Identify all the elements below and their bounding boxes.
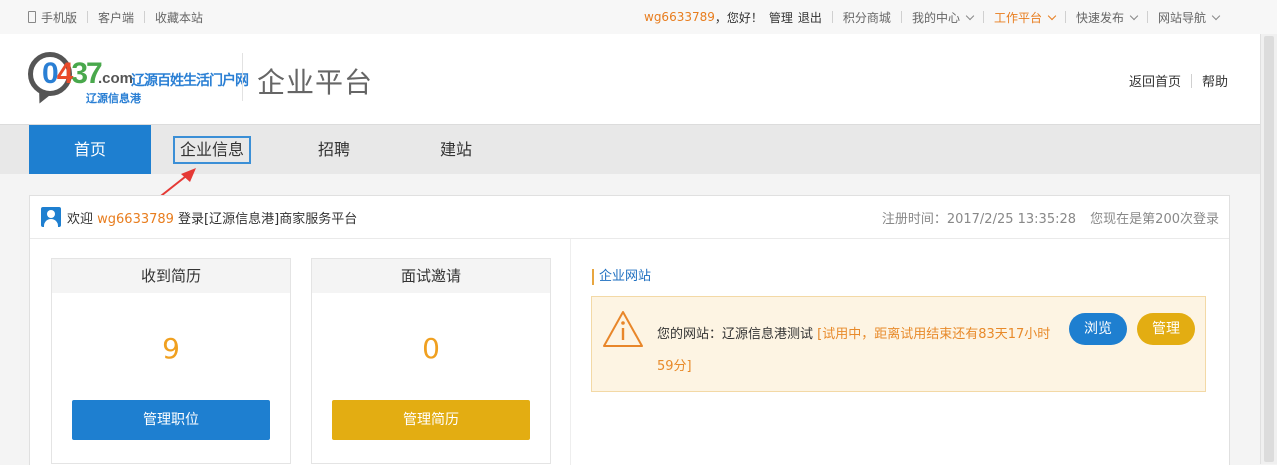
login-count: 您现在是第200次登录 — [1090, 212, 1219, 227]
website-status-box: 您的网站：辽源信息港测试 [试用中，距离试用结束还有83天17小时59分] 浏览… — [591, 296, 1206, 392]
chevron-down-icon — [1047, 11, 1057, 20]
vertical-scrollbar[interactable] — [1260, 34, 1277, 464]
tab-home[interactable]: 首页 — [29, 125, 151, 174]
section-title: 企业网站 — [592, 269, 651, 285]
browse-button[interactable]: 浏览 — [1069, 313, 1127, 345]
top-bar: 手机版 客户端 收藏本站 wg6633789 ，您好！ 管理 退出 积分商城 我… — [0, 0, 1277, 34]
divider — [144, 11, 146, 23]
my-center-menu[interactable]: 我的中心 — [911, 9, 975, 26]
divider — [87, 11, 89, 23]
tab-company-info-label: 企业信息 — [172, 136, 251, 164]
client-link[interactable]: 客户端 — [98, 9, 134, 26]
chevron-down-icon — [1129, 11, 1139, 20]
help-link[interactable]: 帮助 — [1202, 71, 1228, 90]
manage-positions-button[interactable]: 管理职位 — [72, 400, 270, 440]
work-platform-label: 工作平台 — [993, 10, 1042, 25]
divider — [831, 11, 833, 23]
welcome-bar: 欢迎 wg6633789 登录[辽源信息港]商家服务平台 注册时间：2017/2… — [30, 196, 1229, 239]
header: 0437 .com 辽源百姓生活门户网 辽源信息港 企业平台 返回首页 帮助 — [0, 34, 1277, 124]
top-bar-left: 手机版 客户端 收藏本站 — [28, 0, 203, 34]
logout-link[interactable]: 退出 — [798, 9, 822, 26]
website-name: 您的网站：辽源信息港测试 — [657, 327, 818, 342]
column-divider — [570, 239, 571, 465]
tab-recruitment[interactable]: 招聘 — [273, 125, 395, 174]
mobile-link[interactable]: 手机版 — [28, 9, 77, 26]
quick-publish-menu[interactable]: 快速发布 — [1075, 9, 1139, 26]
divider — [1064, 11, 1066, 23]
manage-link[interactable]: 管理 — [769, 9, 793, 26]
top-bar-right: wg6633789 ，您好！ 管理 退出 积分商城 我的中心 工作平台 快速发布… — [644, 0, 1221, 34]
stat-card-value: 0 — [422, 332, 440, 365]
site-nav-label: 网站导航 — [1157, 10, 1206, 25]
logo-domain: .com — [98, 70, 134, 87]
logo-digit: 4 — [56, 57, 74, 90]
chevron-down-icon — [965, 11, 975, 20]
logo-slogan: 辽源百姓生活门户网 — [131, 73, 249, 89]
stat-card-value: 9 — [162, 332, 180, 365]
welcome-prefix: 欢迎 — [67, 212, 98, 227]
divider — [982, 11, 984, 23]
username-link[interactable]: wg6633789 — [644, 10, 715, 24]
login-info: 注册时间：2017/2/25 13:35:28 您现在是第200次登录 — [882, 208, 1219, 227]
points-mall-link[interactable]: 积分商城 — [843, 9, 891, 26]
divider — [900, 11, 902, 23]
manage-site-button[interactable]: 管理 — [1137, 313, 1195, 345]
logo-subtitle: 辽源信息港 — [86, 92, 141, 105]
divider — [1146, 11, 1148, 23]
stat-card-interviews: 面试邀请 0 管理简历 — [311, 258, 551, 464]
quick-publish-label: 快速发布 — [1075, 10, 1124, 25]
page-title: 企业平台 — [257, 66, 374, 99]
chevron-down-icon — [1211, 11, 1221, 20]
site-nav-menu[interactable]: 网站导航 — [1157, 9, 1221, 26]
mobile-label: 手机版 — [41, 10, 78, 25]
stat-card-resumes: 收到简历 9 管理职位 — [51, 258, 291, 464]
work-platform-menu[interactable]: 工作平台 — [993, 9, 1057, 26]
welcome-username: wg6633789 — [97, 212, 174, 227]
logo-digit: 37 — [71, 57, 102, 90]
welcome-suffix: 登录[辽源信息港]商家服务平台 — [173, 212, 358, 227]
tab-website-builder[interactable]: 建站 — [395, 125, 517, 174]
user-icon — [41, 207, 61, 227]
scrollbar-thumb[interactable] — [1264, 36, 1274, 462]
welcome-message: 欢迎 wg6633789 登录[辽源信息港]商家服务平台 — [67, 208, 357, 227]
site-logo[interactable]: 0437 .com 辽源百姓生活门户网 辽源信息港 — [28, 48, 249, 110]
logo-digit: 0 — [42, 57, 59, 90]
header-divider — [242, 53, 243, 101]
content-panel: 欢迎 wg6633789 登录[辽源信息港]商家服务平台 注册时间：2017/2… — [29, 195, 1230, 465]
back-home-link[interactable]: 返回首页 — [1129, 71, 1181, 90]
favorite-link[interactable]: 收藏本站 — [155, 9, 203, 26]
divider — [1190, 73, 1192, 88]
header-links: 返回首页 帮助 — [1129, 71, 1228, 90]
stat-card-title: 收到简历 — [52, 259, 290, 293]
website-status-text: 您的网站：辽源信息港测试 [试用中，距离试用结束还有83天17小时59分] — [657, 319, 1057, 383]
phone-icon — [28, 11, 36, 23]
my-center-label: 我的中心 — [911, 10, 960, 25]
manage-resumes-button[interactable]: 管理简历 — [332, 400, 530, 440]
register-time: 注册时间：2017/2/25 13:35:28 — [881, 212, 1077, 227]
logo-number: 0437 — [42, 54, 103, 94]
warning-icon — [603, 311, 643, 347]
stat-card-title: 面试邀请 — [312, 259, 550, 293]
greeting-text: ，您好！ — [714, 10, 763, 25]
